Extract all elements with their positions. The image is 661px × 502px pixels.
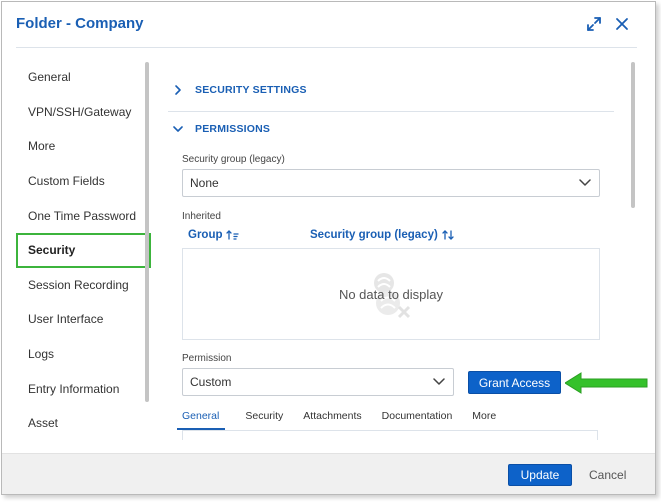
permission-label: Permission <box>182 353 232 364</box>
column-header-security-group[interactable]: Security group (legacy) <box>310 229 455 241</box>
main-scrollbar[interactable] <box>631 62 635 208</box>
tab-content-panel <box>182 431 598 440</box>
sidebar-item-user-interface[interactable]: User Interface <box>16 302 151 337</box>
chevron-down-icon <box>433 378 445 385</box>
sort-icon <box>442 230 454 240</box>
tab-more[interactable]: More <box>472 410 496 430</box>
tab-attachments[interactable]: Attachments <box>303 410 361 430</box>
dialog-title: Folder - Company <box>16 15 144 32</box>
security-settings-section[interactable]: SECURITY SETTINGS <box>168 72 614 108</box>
header-divider <box>16 47 637 48</box>
chevron-right-icon <box>175 85 181 95</box>
folder-dialog: Folder - Company General VPN/SSH/Gateway… <box>1 1 656 495</box>
sidebar-item-one-time-password[interactable]: One Time Password <box>16 198 151 233</box>
column-header-group-label: Group <box>188 229 223 241</box>
sidebar-item-custom-fields[interactable]: Custom Fields <box>16 164 151 199</box>
dialog-header: Folder - Company <box>2 2 655 48</box>
security-group-select[interactable]: None <box>182 169 600 197</box>
expand-arrows-icon[interactable] <box>585 15 603 33</box>
sidebar-nav: General VPN/SSH/Gateway More Custom Fiel… <box>16 60 151 441</box>
close-icon[interactable] <box>613 15 631 33</box>
permission-tabs: General Security Attachments Documentati… <box>177 410 516 430</box>
permission-select[interactable]: Custom <box>182 368 454 396</box>
sidebar-item-asset[interactable]: Asset <box>16 406 151 441</box>
grant-access-button[interactable]: Grant Access <box>468 371 561 394</box>
cancel-button[interactable]: Cancel <box>589 468 626 482</box>
sidebar-item-entry-information[interactable]: Entry Information <box>16 371 151 406</box>
sidebar-item-security[interactable]: Security <box>16 232 151 268</box>
security-settings-label: SECURITY SETTINGS <box>195 84 307 96</box>
security-group-label: Security group (legacy) <box>182 154 285 165</box>
dialog-footer: Update Cancel <box>2 453 655 494</box>
security-group-value: None <box>190 176 219 190</box>
sort-ascending-icon <box>225 230 239 240</box>
sidebar-item-session-recording[interactable]: Session Recording <box>16 268 151 303</box>
chevron-down-icon <box>173 126 183 132</box>
sidebar-item-more[interactable]: More <box>16 129 151 164</box>
permissions-label: PERMISSIONS <box>195 123 271 135</box>
main-content: SECURITY SETTINGS PERMISSIONS Security g… <box>168 62 614 440</box>
tab-general[interactable]: General <box>177 410 226 430</box>
column-header-security-group-label: Security group (legacy) <box>310 229 438 241</box>
no-data-message: No data to display <box>338 287 444 302</box>
tab-security[interactable]: Security <box>245 410 283 430</box>
update-button[interactable]: Update <box>508 464 572 486</box>
sidebar-scrollbar[interactable] <box>145 62 149 402</box>
chevron-down-icon <box>579 179 591 186</box>
column-header-group[interactable]: Group <box>188 229 240 241</box>
sidebar-item-vpn-ssh-gateway[interactable]: VPN/SSH/Gateway <box>16 95 151 130</box>
permission-value: Custom <box>190 375 232 389</box>
sidebar-item-logs[interactable]: Logs <box>16 337 151 372</box>
inherited-grid: No data to display <box>182 248 600 340</box>
tab-documentation[interactable]: Documentation <box>382 410 453 430</box>
green-arrow-icon <box>565 372 648 394</box>
sidebar-item-general[interactable]: General <box>16 60 151 95</box>
inherited-label: Inherited <box>182 211 221 222</box>
permissions-section[interactable]: PERMISSIONS <box>168 111 614 147</box>
